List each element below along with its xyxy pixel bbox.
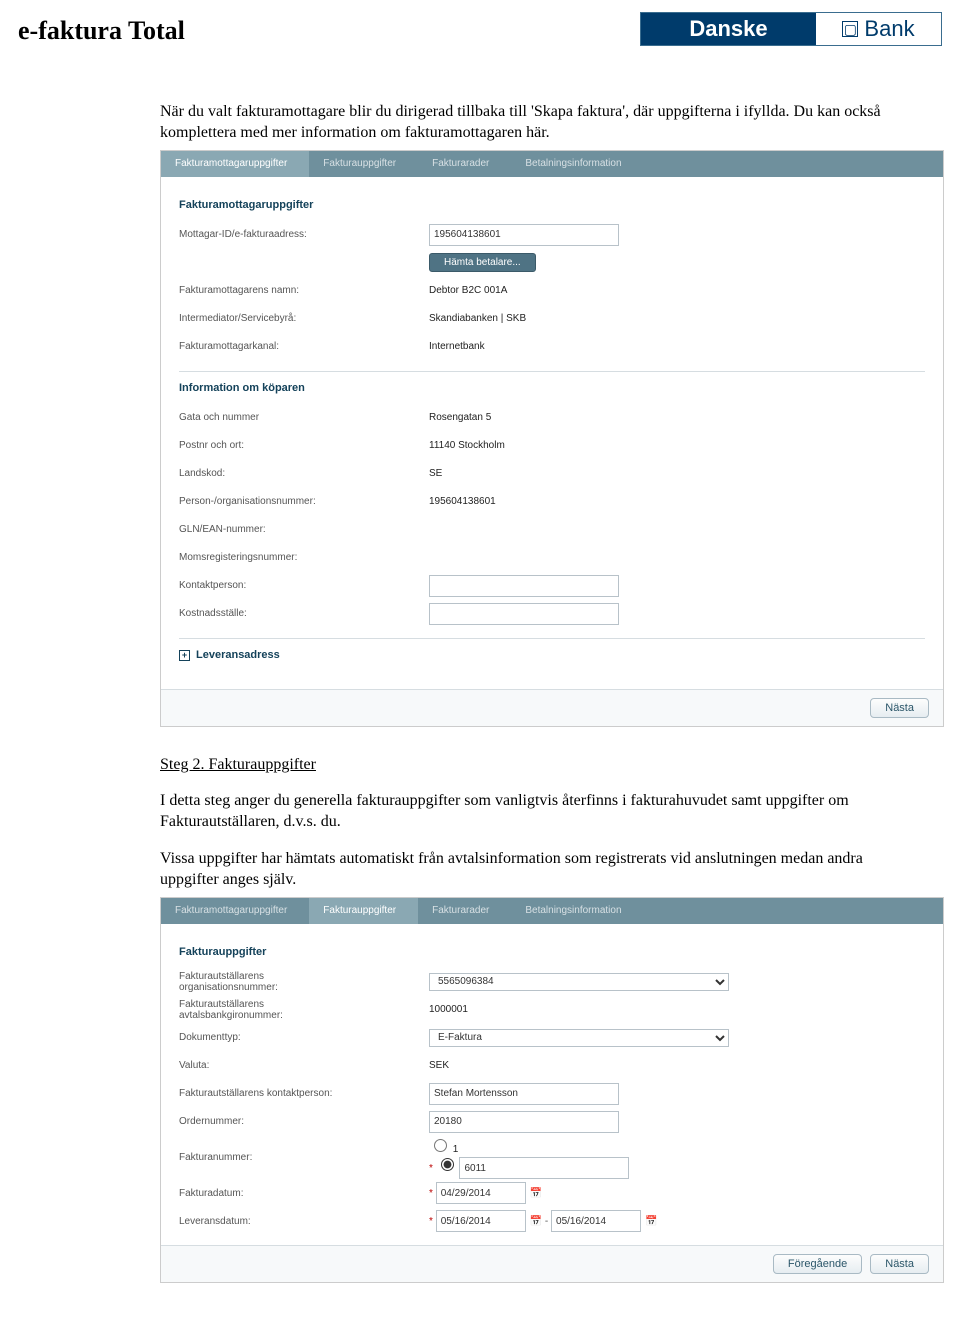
label-doktyp: Dokumenttyp: (179, 1032, 429, 1043)
section-fakturauppgifter: Fakturauppgifter (179, 946, 925, 958)
radio-fakturanr-manual[interactable] (441, 1158, 454, 1171)
label-postnr: Postnr och ort: (179, 440, 429, 451)
value-intermediator: Skandiabanken | SKB (429, 313, 526, 324)
input-kontaktperson2[interactable] (429, 1083, 619, 1105)
plus-icon: + (179, 650, 190, 661)
tabs-1: Fakturamottagaruppgifter Fakturauppgifte… (161, 151, 943, 177)
fakturanr-auto-label: 1 (453, 1144, 459, 1155)
value-landskod: SE (429, 468, 442, 479)
label-kanal: Fakturamottagarkanal: (179, 341, 429, 352)
tab-fakturarader[interactable]: Fakturarader (418, 151, 511, 177)
input-leveransdatum-from[interactable] (436, 1210, 526, 1232)
input-kontaktperson[interactable] (429, 575, 619, 597)
tab2-betalningsinfo[interactable]: Betalningsinformation (511, 898, 643, 924)
section-koparen: Information om köparen (179, 382, 925, 394)
label-ordernr: Ordernummer: (179, 1116, 429, 1127)
value-kanal: Internetbank (429, 341, 485, 352)
label-org-nr: Fakturautställarens organisationsnummer: (179, 971, 429, 993)
label-mottagarnamn: Fakturamottagarens namn: (179, 285, 429, 296)
tab-betalningsinfo[interactable]: Betalningsinformation (511, 151, 643, 177)
tab-mottagaruppgifter[interactable]: Fakturamottagaruppgifter (161, 151, 309, 177)
bank-logo: Danske ▢Bank (640, 12, 942, 46)
value-gata: Rosengatan 5 (429, 412, 491, 423)
input-fakturanr[interactable] (459, 1157, 629, 1179)
app-panel-2: Fakturamottagaruppgifter Fakturauppgifte… (160, 897, 944, 1284)
value-pnr: 195604138601 (429, 496, 496, 507)
section-mottagaruppgifter: Fakturamottagaruppgifter (179, 199, 925, 211)
step2-heading: Steg 2. Fakturauppgifter (160, 755, 910, 776)
page-title: e-faktura Total (18, 16, 185, 46)
step2-p2: Vissa uppgifter har hämtats automatiskt … (160, 849, 910, 891)
label-kontaktperson2: Fakturautställarens kontaktperson: (179, 1088, 429, 1099)
intro-paragraph: När du valt fakturamottagare blir du dir… (160, 102, 910, 144)
next-button[interactable]: Nästa (870, 698, 929, 718)
calendar-icon[interactable]: 📅 (645, 1216, 657, 1227)
input-kostnadsstalle[interactable] (429, 603, 619, 625)
calendar-icon[interactable]: 📅 (530, 1216, 542, 1227)
tabs-2: Fakturamottagaruppgifter Fakturauppgifte… (161, 898, 943, 924)
label-gln: GLN/EAN-nummer: (179, 524, 429, 535)
tab-fakturauppgifter[interactable]: Fakturauppgifter (309, 151, 418, 177)
input-ordernr[interactable] (429, 1111, 619, 1133)
input-mottagar-id[interactable] (429, 224, 619, 246)
tab2-fakturauppgifter[interactable]: Fakturauppgifter (309, 898, 418, 924)
calendar-icon[interactable]: 📅 (530, 1188, 542, 1199)
label-pnr: Person-/organisationsnummer: (179, 496, 429, 507)
label-fakturanr: Fakturanummer: (179, 1152, 429, 1163)
label-valuta: Valuta: (179, 1060, 429, 1071)
next-button-2[interactable]: Nästa (870, 1254, 929, 1274)
label-intermediator: Intermediator/Servicebyrå: (179, 313, 429, 324)
value-postnr: 11140 Stockholm (429, 440, 505, 451)
step2-p1: I detta steg anger du generella fakturau… (160, 791, 910, 833)
logo-right: ▢Bank (816, 13, 941, 45)
value-valuta: SEK (429, 1060, 449, 1071)
label-kontaktperson: Kontaktperson: (179, 580, 429, 591)
label-bg-nr: Fakturautställarens avtalsbankgironummer… (179, 999, 429, 1021)
prev-button[interactable]: Föregående (773, 1254, 862, 1274)
tab2-mottagaruppgifter[interactable]: Fakturamottagaruppgifter (161, 898, 309, 924)
label-mottagar-id: Mottagar-ID/e-fakturaadress: (179, 229, 429, 240)
label-leveransdatum: Leveransdatum: (179, 1216, 429, 1227)
fetch-payer-button[interactable]: Hämta betalare... (429, 253, 536, 272)
label-moms: Momsregisteringsnummer: (179, 552, 429, 563)
value-bg-nr: 1000001 (429, 1004, 468, 1015)
value-mottagarnamn: Debtor B2C 001A (429, 285, 507, 296)
label-fakturadatum: Fakturadatum: (179, 1188, 429, 1199)
label-gata: Gata och nummer (179, 412, 429, 423)
label-kostnadsstalle: Kostnadsställe: (179, 608, 429, 619)
radio-fakturanr-auto[interactable] (434, 1139, 447, 1152)
logo-left: Danske (641, 13, 816, 45)
select-org-nr[interactable]: 5565096384 (429, 973, 729, 991)
tab2-fakturarader[interactable]: Fakturarader (418, 898, 511, 924)
required-marker: * (429, 1163, 433, 1174)
app-panel-1: Fakturamottagaruppgifter Fakturauppgifte… (160, 150, 944, 727)
select-doktyp[interactable]: E-Faktura (429, 1029, 729, 1047)
label-landskod: Landskod: (179, 468, 429, 479)
input-leveransdatum-to[interactable] (551, 1210, 641, 1232)
input-fakturadatum[interactable] (436, 1182, 526, 1204)
expand-leveransadress[interactable]: +Leveransadress (179, 649, 925, 661)
